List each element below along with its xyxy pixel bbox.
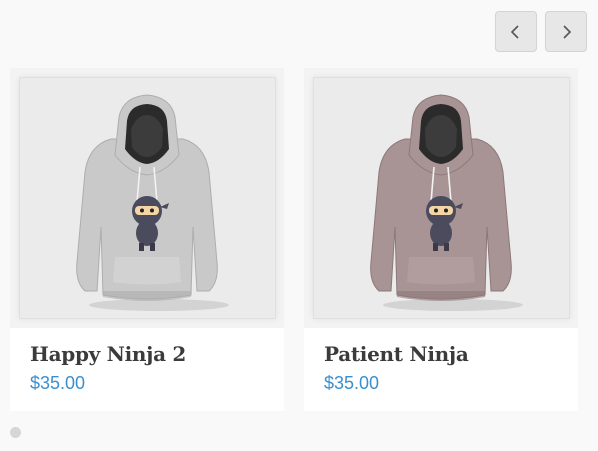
product-image[interactable] <box>19 77 276 319</box>
hoodie-image <box>370 94 523 311</box>
chevron-left-icon <box>510 24 519 39</box>
product-image-frame <box>304 68 578 328</box>
carousel-next-button[interactable] <box>545 11 587 52</box>
hoodie-image <box>76 94 229 311</box>
product-price: $35.00 <box>30 373 86 393</box>
chevron-right-icon <box>563 24 572 39</box>
product-price: $35.00 <box>324 373 380 393</box>
carousel-pagination-dot[interactable] <box>10 427 21 438</box>
product-image-frame <box>10 68 284 328</box>
product-card[interactable]: Patient Ninja $35.00 <box>304 68 578 411</box>
carousel-prev-button[interactable] <box>495 11 537 52</box>
product-image[interactable] <box>313 77 570 319</box>
product-carousel: Happy Ninja 2 $35.00 Patient Ninja $35.0… <box>0 0 598 451</box>
product-title[interactable]: Happy Ninja 2 <box>30 342 186 366</box>
product-card[interactable]: Happy Ninja 2 $35.00 <box>10 68 284 411</box>
product-title[interactable]: Patient Ninja <box>324 342 469 366</box>
